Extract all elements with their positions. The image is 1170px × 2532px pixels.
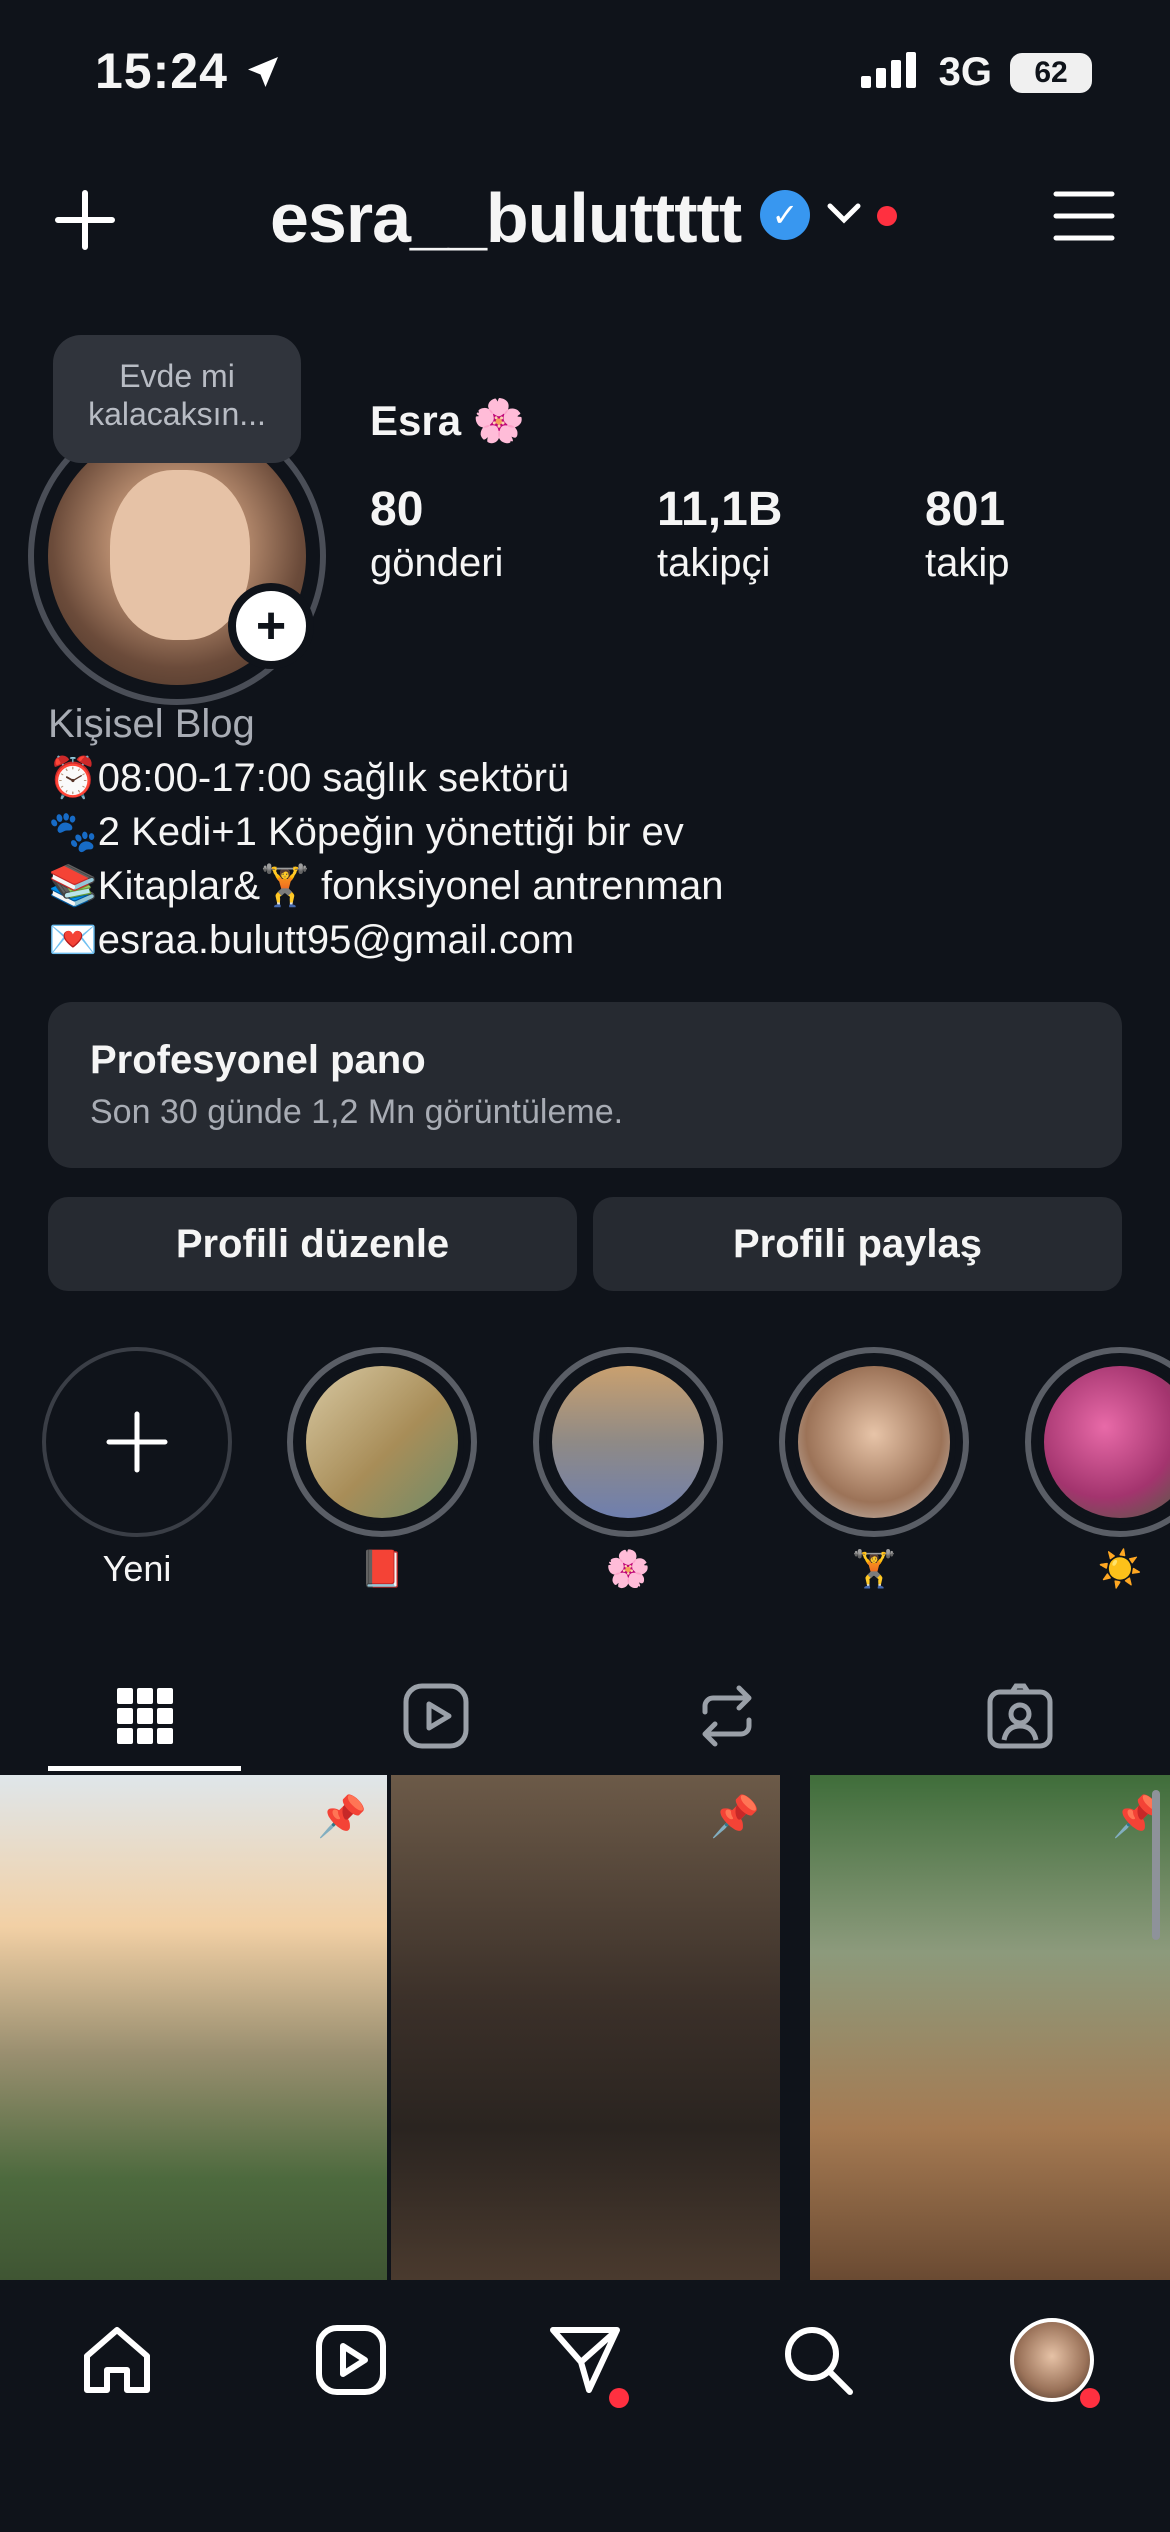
post-thumbnail[interactable]: 📌 [391, 1775, 780, 2280]
status-indicators: 3G 62 [860, 50, 1092, 95]
highlight-cover [1038, 1360, 1170, 1524]
battery-icon: 62 [1010, 52, 1092, 93]
tab-reposts[interactable] [607, 1660, 847, 1772]
highlight-label: 🌸 [605, 1548, 651, 1589]
tagged-person-icon [987, 1683, 1053, 1749]
bio-category: Kişisel Blog [48, 702, 255, 746]
tab-reels[interactable] [316, 1660, 556, 1772]
bio-line: ⏰08:00-17:00 sağlık sektörü [48, 756, 570, 800]
pinned-post-icon: 📌 [317, 1795, 367, 1839]
edit-profile-button[interactable]: Profili düzenle [48, 1197, 577, 1291]
location-arrow-icon [243, 43, 283, 99]
nav-messages[interactable] [525, 2310, 645, 2410]
pinned-post-icon: 📌 [710, 1795, 760, 1839]
reels-icon [403, 1683, 469, 1749]
nav-profile[interactable] [992, 2310, 1112, 2410]
home-icon [84, 2327, 150, 2393]
highlight-label: Yeni [102, 1548, 172, 1589]
dashboard-title: Profesyonel pano [90, 1038, 426, 1082]
notification-dot [1080, 2388, 1100, 2408]
highlight-book[interactable] [287, 1347, 477, 1537]
direct-message-icon [550, 2327, 620, 2393]
highlight-sun[interactable] [1025, 1347, 1170, 1537]
highlight-cover [546, 1360, 710, 1524]
highlight-cover [792, 1360, 956, 1524]
reels-icon [316, 2325, 386, 2395]
notification-dot [877, 206, 897, 226]
verified-badge-icon: ✓ [760, 190, 810, 240]
create-button[interactable] [45, 180, 125, 260]
tab-active-indicator [48, 1766, 241, 1771]
status-time: 15:24 [95, 42, 283, 100]
bio: Kişisel Blog ⏰08:00-17:00 sağlık sektörü… [48, 697, 724, 967]
nav-search[interactable] [758, 2310, 878, 2410]
network-label: 3G [938, 50, 992, 94]
nav-reels[interactable] [291, 2310, 411, 2410]
highlight-label: 🏋️ [851, 1548, 897, 1589]
profile-avatar-small [1010, 2318, 1094, 2402]
display-name: Esra 🌸 [370, 397, 526, 444]
grid-icon [117, 1688, 173, 1744]
tab-posts-grid[interactable] [25, 1660, 265, 1772]
stat-posts[interactable]: 80 gönderi [370, 482, 503, 586]
notification-dot [609, 2388, 629, 2408]
hamburger-menu-icon [1053, 191, 1115, 241]
note-bubble[interactable]: Evde mi kalacaksın... [53, 335, 301, 463]
plus-icon [106, 1411, 168, 1473]
share-profile-button[interactable]: Profili paylaş [593, 1197, 1122, 1291]
highlight-label: ☀️ [1097, 1548, 1143, 1589]
new-highlight-button[interactable] [42, 1347, 232, 1537]
highlight-flower[interactable] [533, 1347, 723, 1537]
signal-icon [860, 50, 921, 95]
repost-icon [702, 1685, 752, 1747]
dashboard-subtitle: Son 30 günde 1,2 Mn görüntüleme. [90, 1093, 624, 1131]
bio-line: 🐾2 Kedi+1 Köpeğin yönettiği bir ev [48, 810, 684, 854]
tab-tagged[interactable] [900, 1660, 1140, 1772]
bio-line: 📚Kitaplar&🏋️ fonksiyonel antrenman [48, 864, 724, 908]
account-switch-chevron-icon[interactable] [826, 198, 862, 233]
stat-followers[interactable]: 11,1B takipçi [657, 482, 782, 586]
professional-dashboard-card[interactable]: Profesyonel pano Son 30 günde 1,2 Mn gör… [48, 1002, 1122, 1168]
stat-following[interactable]: 801 takip [925, 482, 1010, 586]
post-thumbnail[interactable]: 📌 [810, 1775, 1170, 2280]
post-thumbnail[interactable]: 📌 [0, 1775, 387, 2280]
highlight-label: 📕 [359, 1548, 405, 1589]
add-story-plus-icon[interactable]: + [228, 583, 314, 669]
username[interactable]: esra__buluttttt [270, 178, 742, 258]
menu-button[interactable] [1053, 190, 1115, 247]
grid-scrollbar[interactable] [1152, 1790, 1160, 1940]
nav-home[interactable] [57, 2310, 177, 2410]
plus-icon [55, 190, 115, 250]
highlight-fitness[interactable] [779, 1347, 969, 1537]
highlight-cover [300, 1360, 464, 1524]
search-icon [785, 2327, 853, 2395]
bio-email-link[interactable]: 💌esraa.bulutt95@gmail.com [48, 913, 724, 967]
